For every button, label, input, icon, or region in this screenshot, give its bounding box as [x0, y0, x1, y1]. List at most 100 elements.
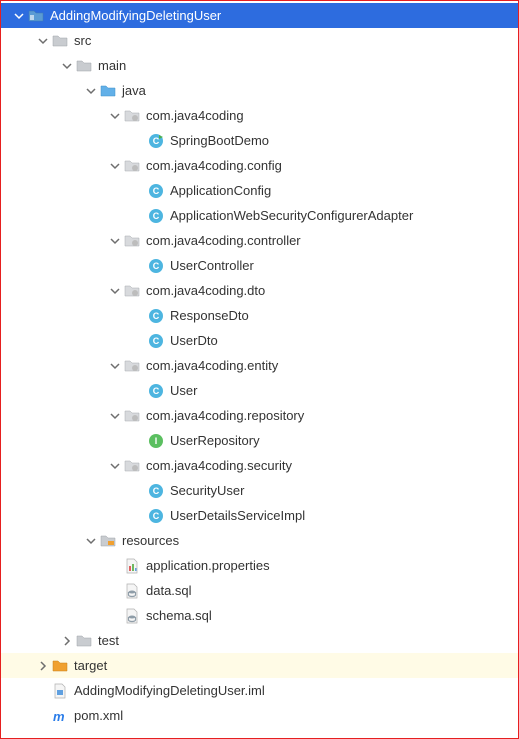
folder-gray-icon — [75, 632, 93, 650]
tree-node[interactable]: application.properties — [1, 553, 518, 578]
tree-node-label: application.properties — [145, 558, 270, 573]
tree-node-label: java — [121, 83, 146, 98]
arrow-placeholder — [131, 483, 147, 499]
chevron-down-icon[interactable] — [107, 233, 123, 249]
tree-node[interactable]: CApplicationConfig — [1, 178, 518, 203]
tree-node[interactable]: CUserController — [1, 253, 518, 278]
chevron-down-icon[interactable] — [107, 158, 123, 174]
chevron-down-icon[interactable] — [107, 283, 123, 299]
tree-node-label: com.java4coding.repository — [145, 408, 304, 423]
chevron-down-icon[interactable] — [107, 408, 123, 424]
class-icon: C — [147, 482, 165, 500]
tree-node-label: com.java4coding — [145, 108, 244, 123]
chevron-right-icon[interactable] — [59, 633, 75, 649]
chevron-down-icon[interactable] — [11, 8, 27, 24]
tree-node[interactable]: C SecurityUser — [1, 478, 518, 503]
tree-node[interactable]: src — [1, 28, 518, 53]
tree-node-label: com.java4coding.config — [145, 158, 282, 173]
arrow-placeholder — [131, 433, 147, 449]
arrow-placeholder — [35, 683, 51, 699]
package-icon — [123, 407, 141, 425]
tree-node[interactable]: target — [1, 653, 518, 678]
chevron-down-icon[interactable] — [35, 33, 51, 49]
tree-node-label: AddingModifyingDeletingUser.iml — [73, 683, 265, 698]
tree-node-label: com.java4coding.security — [145, 458, 292, 473]
chevron-down-icon[interactable] — [59, 58, 75, 74]
tree-node-label: UserDetailsServiceImpl — [169, 508, 305, 523]
tree-node[interactable]: IUserRepository — [1, 428, 518, 453]
tree-node-label: SpringBootDemo — [169, 133, 269, 148]
tree-node[interactable]: data.sql — [1, 578, 518, 603]
tree-node[interactable]: java — [1, 78, 518, 103]
project-tree[interactable]: AddingModifyingDeletingUser srcmain java co… — [1, 1, 518, 730]
folder-target-icon — [51, 657, 69, 675]
tree-node[interactable]: schema.sql — [1, 603, 518, 628]
tree-node[interactable]: test — [1, 628, 518, 653]
chevron-down-icon[interactable] — [107, 358, 123, 374]
arrow-placeholder — [131, 208, 147, 224]
folder-resources-icon — [99, 532, 117, 550]
tree-node-label: ApplicationWebSecurityConfigurerAdapter — [169, 208, 413, 223]
chevron-down-icon[interactable] — [107, 108, 123, 124]
arrow-placeholder — [131, 308, 147, 324]
tree-node[interactable]: main — [1, 53, 518, 78]
arrow-placeholder — [131, 383, 147, 399]
tree-node[interactable]: resources — [1, 528, 518, 553]
tree-node-label: data.sql — [145, 583, 192, 598]
properties-file-icon — [123, 557, 141, 575]
svg-text:C: C — [153, 486, 160, 496]
tree-node[interactable]: CUserDto — [1, 328, 518, 353]
svg-text:C: C — [153, 186, 160, 196]
chevron-down-icon[interactable] — [83, 83, 99, 99]
tree-node[interactable]: C SpringBootDemo — [1, 128, 518, 153]
tree-node[interactable]: AddingModifyingDeletingUser.iml — [1, 678, 518, 703]
tree-node-label: main — [97, 58, 126, 73]
arrow-placeholder — [131, 258, 147, 274]
iml-file-icon — [51, 682, 69, 700]
arrow-placeholder — [131, 133, 147, 149]
tree-node-label: pom.xml — [73, 708, 123, 723]
class-icon: C — [147, 182, 165, 200]
folder-gray-icon — [75, 57, 93, 75]
tree-node-label: schema.sql — [145, 608, 212, 623]
tree-node[interactable]: C UserDetailsServiceImpl — [1, 503, 518, 528]
tree-node[interactable]: com.java4coding.entity — [1, 353, 518, 378]
class-icon: C — [147, 507, 165, 525]
tree-node[interactable]: com.java4coding — [1, 103, 518, 128]
package-icon — [123, 282, 141, 300]
chevron-down-icon[interactable] — [83, 533, 99, 549]
svg-text:C: C — [153, 336, 160, 346]
tree-node-label: SecurityUser — [169, 483, 244, 498]
svg-text:C: C — [153, 136, 160, 146]
tree-node-label: com.java4coding.entity — [145, 358, 278, 373]
chevron-down-icon[interactable] — [107, 458, 123, 474]
class-icon: C — [147, 307, 165, 325]
tree-node[interactable]: com.java4coding.config — [1, 153, 518, 178]
class-icon: C — [147, 382, 165, 400]
tree-node-label: ResponseDto — [169, 308, 249, 323]
tree-node[interactable]: C User — [1, 378, 518, 403]
tree-node[interactable]: AddingModifyingDeletingUser — [1, 3, 518, 28]
tree-node[interactable]: C ResponseDto — [1, 303, 518, 328]
class-icon: C — [147, 257, 165, 275]
tree-node[interactable]: com.java4coding.dto — [1, 278, 518, 303]
chevron-right-icon[interactable] — [35, 658, 51, 674]
tree-node-label: src — [73, 33, 91, 48]
class-icon: C — [147, 207, 165, 225]
tree-node-label: User — [169, 383, 197, 398]
tree-node[interactable]: mpom.xml — [1, 703, 518, 728]
project-folder-icon — [27, 7, 45, 25]
svg-text:C: C — [153, 211, 160, 221]
arrow-placeholder — [131, 183, 147, 199]
sql-file-icon — [123, 607, 141, 625]
tree-node[interactable]: com.java4coding.security — [1, 453, 518, 478]
arrow-placeholder — [35, 708, 51, 724]
package-icon — [123, 457, 141, 475]
tree-node[interactable]: com.java4coding.controller — [1, 228, 518, 253]
tree-node[interactable]: C ApplicationWebSecurityConfigurerAdapter — [1, 203, 518, 228]
class-icon: C — [147, 332, 165, 350]
svg-text:C: C — [153, 311, 160, 321]
tree-node-label: UserRepository — [169, 433, 260, 448]
tree-node[interactable]: com.java4coding.repository — [1, 403, 518, 428]
package-icon — [123, 107, 141, 125]
